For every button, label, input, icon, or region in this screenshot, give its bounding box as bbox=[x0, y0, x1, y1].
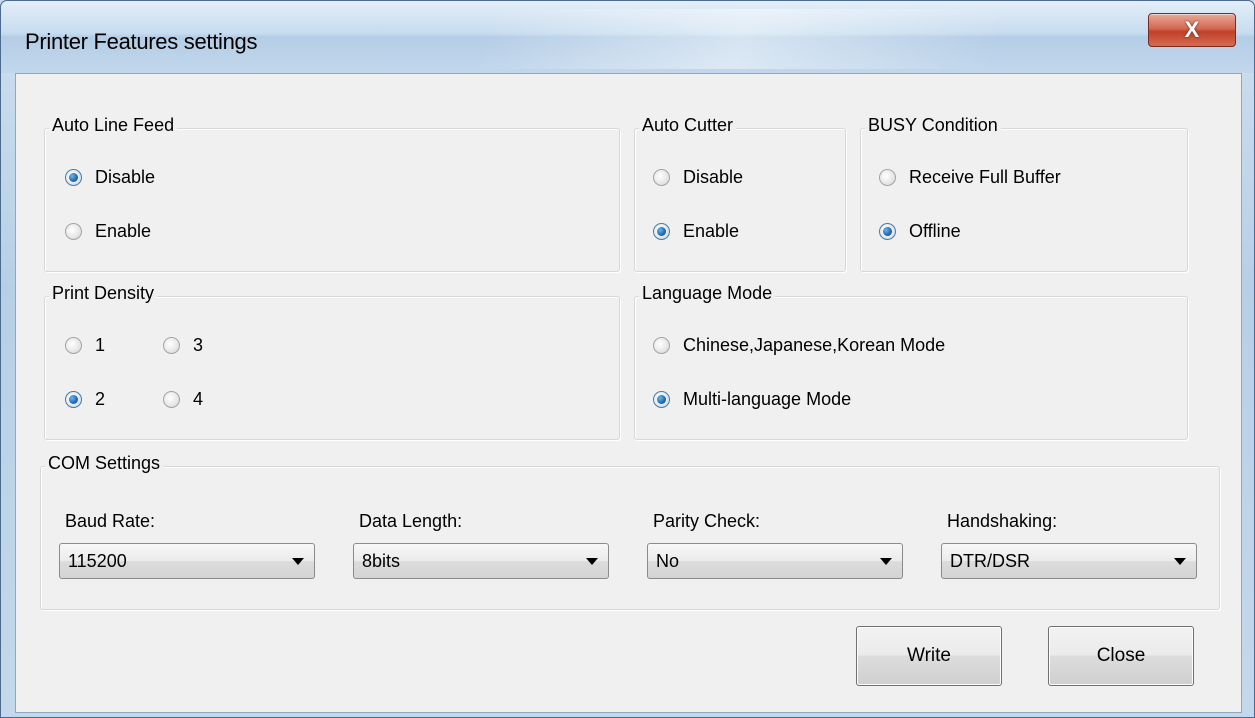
radio-label: 2 bbox=[95, 389, 106, 409]
radio-unchecked-icon bbox=[653, 169, 670, 186]
auto-line-feed-group: Auto Line Feed Disable Enable bbox=[44, 115, 620, 272]
baud-rate-value: 115200 bbox=[68, 550, 127, 571]
radio-label: Receive Full Buffer bbox=[909, 167, 1061, 187]
parity-check-label: Parity Check: bbox=[653, 511, 761, 531]
print-density-group: Print Density 1 3 2 4 bbox=[44, 283, 620, 440]
auto-line-feed-disable-radio[interactable]: Disable bbox=[65, 167, 155, 188]
baud-rate-label: Baud Rate: bbox=[65, 511, 156, 531]
close-button[interactable]: Close bbox=[1048, 626, 1194, 686]
radio-label: 3 bbox=[193, 335, 204, 355]
handshaking-value: DTR/DSR bbox=[950, 550, 1030, 571]
data-length-label: Data Length: bbox=[359, 511, 463, 531]
print-density-label: Print Density bbox=[49, 283, 158, 304]
data-length-value: 8bits bbox=[362, 550, 401, 571]
auto-cutter-disable-radio[interactable]: Disable bbox=[653, 167, 743, 188]
radio-unchecked-icon bbox=[163, 391, 180, 408]
busy-offline-radio[interactable]: Offline bbox=[879, 221, 961, 242]
dialog-window: Printer Features settings X Auto Line Fe… bbox=[0, 0, 1255, 718]
com-settings-group: COM Settings Baud Rate: 115200 Data Leng… bbox=[40, 453, 1220, 610]
close-icon: X bbox=[1184, 17, 1200, 42]
data-length-select[interactable]: 8bits bbox=[353, 543, 609, 579]
chevron-down-icon bbox=[586, 558, 598, 565]
com-settings-label: COM Settings bbox=[45, 453, 164, 474]
busy-condition-label: BUSY Condition bbox=[865, 115, 1001, 136]
auto-cutter-label: Auto Cutter bbox=[639, 115, 737, 136]
radio-label: Disable bbox=[95, 167, 156, 187]
dialog-body: Auto Line Feed Disable Enable Auto Cutte… bbox=[15, 73, 1242, 713]
radio-label: Enable bbox=[683, 221, 740, 241]
window-close-button[interactable]: X bbox=[1148, 13, 1236, 47]
radio-checked-icon bbox=[65, 391, 82, 408]
handshaking-label: Handshaking: bbox=[947, 511, 1058, 531]
radio-checked-icon bbox=[879, 223, 896, 240]
write-button[interactable]: Write bbox=[856, 626, 1002, 686]
chevron-down-icon bbox=[880, 558, 892, 565]
title-bar[interactable]: Printer Features settings X bbox=[1, 1, 1254, 73]
radio-label: Disable bbox=[683, 167, 744, 187]
busy-receive-full-buffer-radio[interactable]: Receive Full Buffer bbox=[879, 167, 1061, 188]
radio-label: Multi-language Mode bbox=[683, 389, 852, 409]
auto-cutter-group: Auto Cutter Disable Enable bbox=[634, 115, 846, 272]
parity-check-select[interactable]: No bbox=[647, 543, 903, 579]
radio-label: Chinese,Japanese,Korean Mode bbox=[683, 335, 946, 355]
window-title: Printer Features settings bbox=[25, 29, 258, 54]
busy-condition-group: BUSY Condition Receive Full Buffer Offli… bbox=[860, 115, 1188, 272]
radio-unchecked-icon bbox=[163, 337, 180, 354]
radio-checked-icon bbox=[653, 223, 670, 240]
radio-checked-icon bbox=[65, 169, 82, 186]
print-density-2-radio[interactable]: 2 bbox=[65, 389, 105, 410]
radio-unchecked-icon bbox=[65, 223, 82, 240]
radio-unchecked-icon bbox=[653, 337, 670, 354]
handshaking-select[interactable]: DTR/DSR bbox=[941, 543, 1197, 579]
chevron-down-icon bbox=[292, 558, 304, 565]
auto-line-feed-enable-radio[interactable]: Enable bbox=[65, 221, 151, 242]
print-density-4-radio[interactable]: 4 bbox=[163, 389, 203, 410]
print-density-1-radio[interactable]: 1 bbox=[65, 335, 105, 356]
print-density-3-radio[interactable]: 3 bbox=[163, 335, 203, 356]
parity-check-value: No bbox=[656, 550, 680, 571]
chevron-down-icon bbox=[1174, 558, 1186, 565]
language-multi-mode-radio[interactable]: Multi-language Mode bbox=[653, 389, 851, 410]
auto-line-feed-label: Auto Line Feed bbox=[49, 115, 178, 136]
radio-unchecked-icon bbox=[65, 337, 82, 354]
radio-label: 1 bbox=[95, 335, 106, 355]
language-mode-group: Language Mode Chinese,Japanese,Korean Mo… bbox=[634, 283, 1188, 440]
radio-label: Offline bbox=[909, 221, 961, 241]
auto-cutter-enable-radio[interactable]: Enable bbox=[653, 221, 739, 242]
radio-label: 4 bbox=[193, 389, 204, 409]
language-mode-label: Language Mode bbox=[639, 283, 776, 304]
radio-checked-icon bbox=[653, 391, 670, 408]
radio-label: Enable bbox=[95, 221, 152, 241]
language-cjk-mode-radio[interactable]: Chinese,Japanese,Korean Mode bbox=[653, 335, 945, 356]
baud-rate-select[interactable]: 115200 bbox=[59, 543, 315, 579]
radio-unchecked-icon bbox=[879, 169, 896, 186]
